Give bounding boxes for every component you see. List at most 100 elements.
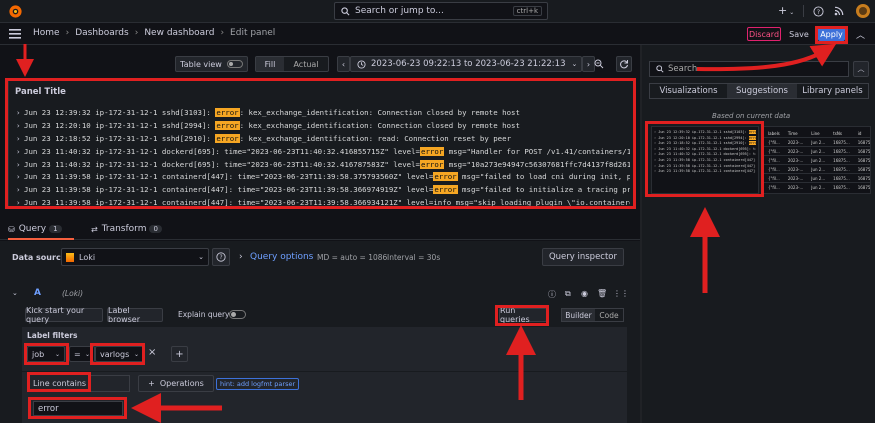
log-line[interactable]: › Jun 23 11:40:32 ip-172-31-12-1 dockerd[… — [16, 159, 630, 172]
help-icon[interactable]: ? — [812, 5, 824, 17]
loki-icon — [66, 252, 74, 262]
collapse-options-button[interactable]: ︿ — [853, 61, 869, 77]
apply-button[interactable]: Apply — [818, 27, 845, 41]
table-cell: Jun 2... — [807, 164, 830, 174]
refresh-button[interactable] — [616, 56, 632, 72]
add-filter-button[interactable]: + — [171, 346, 188, 362]
table-cell: 2023-... — [783, 137, 808, 147]
breadcrumb-home[interactable]: Home — [33, 28, 60, 38]
remove-filter-button[interactable]: × — [148, 347, 156, 358]
query-options-link[interactable]: Query options — [250, 252, 313, 262]
search-shortcut: ctrl+k — [512, 6, 542, 16]
expand-chevron-icon[interactable]: › — [16, 146, 24, 159]
breadcrumb-new-dashboard[interactable]: New dashboard — [144, 28, 214, 38]
drag-handle-icon[interactable]: ⋮⋮ — [613, 289, 629, 298]
trash-icon[interactable]: 🗑 — [597, 289, 607, 298]
log-text: Jun 23 12:20:10 ip-172-31-12-1 sshd[2994… — [24, 120, 216, 130]
right-panel: Search ︿ Visualizations Suggestions Libr… — [642, 45, 875, 423]
log-text: : kex_exchange_identification: Connectio… — [239, 120, 520, 130]
code-option[interactable]: Code — [595, 309, 623, 321]
table-header-cell: Line — [811, 131, 820, 136]
chevron-up-icon: ︿ — [857, 65, 865, 73]
suggestion-table-thumbnail[interactable]: labels Time Line tsNs id {"fil... 2023-... Jun … — [761, 126, 871, 194]
help-icon[interactable]: ⓘ — [548, 289, 556, 300]
log-text: : kex_exchange_identification: read: Con… — [239, 133, 512, 143]
log-text: msg="failed to initialize a tracing proc… — [462, 185, 630, 195]
collapse-icon[interactable]: ⌄ — [12, 289, 18, 297]
query-ref-id[interactable]: A — [34, 288, 41, 298]
search-bar[interactable]: Search or jump to... ctrl+k — [334, 2, 548, 20]
log-line[interactable]: › Jun 23 11:39:58 ip-172-31-12-1 containe… — [16, 184, 630, 197]
user-avatar[interactable] — [856, 4, 870, 18]
zoom-out-button[interactable] — [591, 56, 607, 72]
tab-transform[interactable]: ⇄ Transform 0 — [91, 222, 162, 236]
time-back-button[interactable]: ‹ — [337, 56, 350, 72]
save-button[interactable]: Save — [787, 27, 811, 41]
line-filter-input[interactable]: error — [33, 401, 123, 416]
search-icon — [340, 6, 350, 16]
expand-chevron-icon[interactable]: › — [16, 107, 24, 120]
log-line[interactable]: › Jun 23 12:18:52 ip-172-31-12-1 sshd[291… — [16, 133, 630, 146]
toggle-switch[interactable] — [226, 60, 243, 68]
hint-badge[interactable]: hint: add logfmt parser — [216, 378, 300, 390]
rss-icon[interactable] — [833, 5, 845, 17]
kick-start-button[interactable]: Kick start your query — [25, 306, 103, 324]
actual-option[interactable]: Actual — [284, 57, 328, 71]
chevron-right-icon: › — [65, 28, 70, 38]
thumb-log-highlight: error — [748, 130, 756, 134]
expand-chevron-icon[interactable]: › — [16, 120, 24, 133]
add-operation-button[interactable]: + Operations — [138, 375, 214, 392]
expand-chevron-icon[interactable]: › — [16, 159, 24, 172]
filter-operator-select[interactable]: = ⌄ — [69, 346, 95, 362]
expand-chevron-icon[interactable]: › — [16, 133, 24, 146]
run-queries-button[interactable]: Run queries — [499, 306, 547, 324]
menu-icon[interactable] — [9, 29, 21, 39]
expand-chevron-icon[interactable]: › — [16, 197, 24, 210]
data-source-picker[interactable]: Loki ⌄ — [61, 248, 209, 266]
table-cell: 16875... — [829, 146, 854, 156]
query-inspector-button[interactable]: Query inspector — [542, 248, 624, 266]
breadcrumb-dashboards[interactable]: Dashboards — [75, 28, 129, 38]
chevron-up-icon[interactable]: ︿ — [856, 28, 865, 41]
expand-chevron-icon[interactable]: › — [16, 184, 24, 197]
log-text: Jun 23 11:39:58 ip-172-31-12-1 container… — [24, 185, 434, 195]
table-cell: Jun 2... — [807, 146, 830, 156]
panel-title[interactable]: Panel Title — [15, 87, 66, 97]
discard-button[interactable]: Discard — [747, 27, 781, 41]
time-picker[interactable]: 2023-06-23 09:22:13 to 2023-06-23 21:22:… — [350, 56, 582, 72]
tab-query[interactable]: ⛁ Query 1 — [8, 222, 62, 236]
explain-toggle[interactable] — [229, 310, 246, 319]
log-line[interactable]: › Jun 23 11:40:32 ip-172-31-12-1 dockerd[… — [16, 146, 630, 159]
table-header-cell: labels — [768, 131, 780, 136]
chevron-right-icon: › — [134, 28, 139, 38]
label-browser-button[interactable]: Label browser — [107, 306, 163, 324]
clock-icon — [357, 59, 366, 69]
log-line[interactable]: › Jun 23 11:39:58 ip-172-31-12-1 containe… — [16, 171, 630, 184]
tab-suggestions[interactable]: Suggestions — [727, 84, 797, 98]
fill-option[interactable]: Fill — [256, 57, 284, 71]
log-line[interactable]: › Jun 23 11:39:58 ip-172-31-12-1 containe… — [16, 197, 630, 210]
data-source-help-button[interactable]: ? — [212, 248, 230, 266]
viz-search-input[interactable]: Search — [649, 61, 849, 77]
help-icon: ? — [216, 252, 226, 262]
add-button[interactable]: + ⌄ — [778, 4, 794, 17]
table-cell: {"fil... — [764, 155, 784, 165]
log-line[interactable]: › Jun 23 12:20:10 ip-172-31-12-1 sshd[299… — [16, 120, 630, 133]
builder-option[interactable]: Builder — [562, 309, 595, 321]
table-row: {"fil...2023-...Jun 2...16875...16875... — [764, 146, 870, 156]
expand-chevron-icon[interactable]: › — [16, 171, 24, 184]
tab-library-panels[interactable]: Library panels — [797, 84, 868, 98]
log-text: Jun 23 11:40:32 ip-172-31-12-1 dockerd[6… — [24, 159, 421, 169]
filter-key-select[interactable]: job ⌄ — [27, 346, 65, 362]
filter-value-select[interactable]: varlogs ⌄ — [95, 346, 144, 362]
table-view-toggle[interactable]: Table view — [175, 56, 248, 72]
duplicate-icon[interactable]: ⧉ — [565, 289, 571, 299]
top-bar: Search or jump to... ctrl+k + ⌄ ? — [0, 0, 875, 23]
suggestion-logs-thumbnail[interactable]: › Jun 23 12:39:32 ip-172-31-12-1 sshd[31… — [651, 126, 759, 194]
log-line[interactable]: › Jun 23 12:39:32 ip-172-31-12-1 sshd[310… — [16, 107, 630, 120]
grafana-logo-icon[interactable] — [8, 4, 23, 19]
operations-box: Line contains + Operations hint: add logf… — [22, 372, 627, 423]
table-cell: {"fil... — [764, 182, 784, 191]
tab-visualizations[interactable]: Visualizations — [650, 84, 727, 98]
eye-icon[interactable]: ◉ — [581, 289, 588, 298]
